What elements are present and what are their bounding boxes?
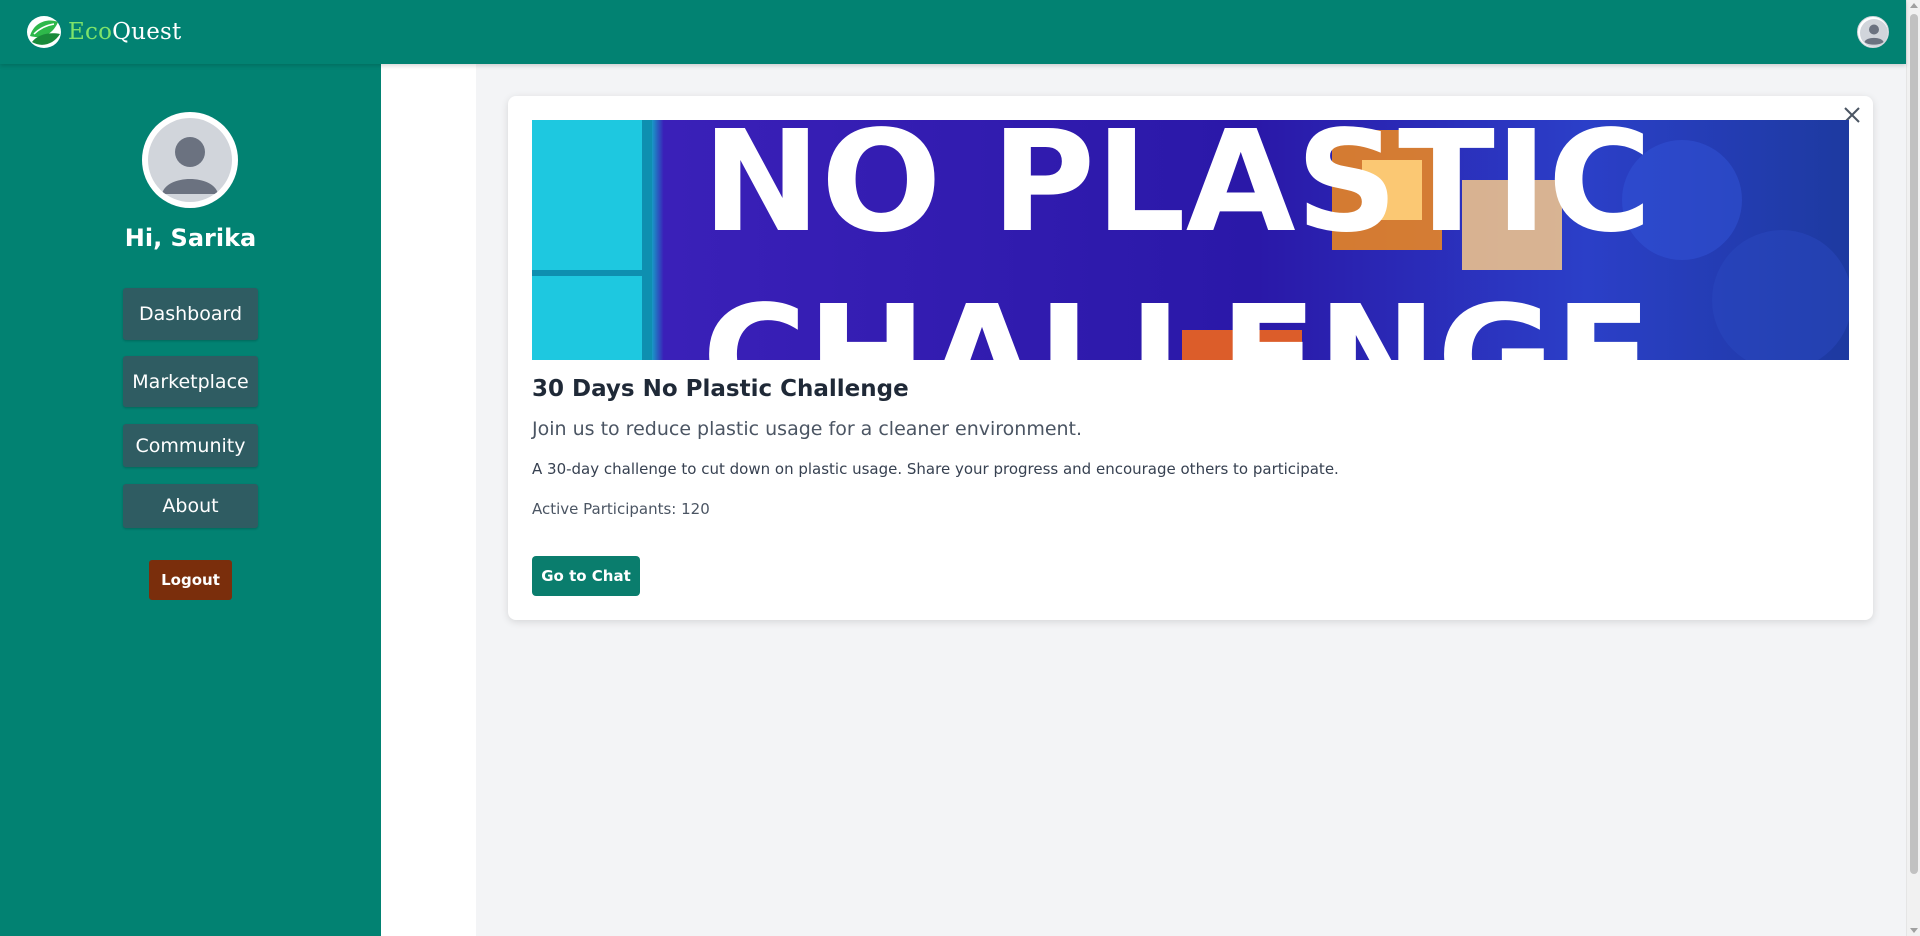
- user-silhouette-icon: [1860, 19, 1888, 47]
- challenge-banner-image: NO PLASTIC CHALLENGE: [532, 120, 1849, 360]
- app-logo[interactable]: EcoQuest: [24, 14, 181, 50]
- profile-avatar: [142, 112, 238, 208]
- logo-text-quest: Quest: [112, 19, 182, 45]
- user-greeting: Hi, Sarika: [124, 224, 257, 252]
- nav-about-button[interactable]: About: [123, 484, 258, 528]
- nav-community-button[interactable]: Community: [123, 424, 258, 467]
- page-scrollbar[interactable]: [1906, 0, 1920, 936]
- content-gutter: [381, 64, 476, 936]
- nav-marketplace-button[interactable]: Marketplace: [123, 356, 258, 407]
- challenge-title: 30 Days No Plastic Challenge: [532, 376, 909, 402]
- scroll-down-arrow-icon[interactable]: [1910, 928, 1918, 933]
- participants-count: 120: [681, 500, 710, 518]
- scroll-up-arrow-icon[interactable]: [1910, 3, 1918, 8]
- top-header: EcoQuest: [0, 0, 1906, 64]
- user-silhouette-icon: [162, 137, 218, 194]
- logout-button[interactable]: Logout: [149, 560, 232, 600]
- challenge-subtitle: Join us to reduce plastic usage for a cl…: [532, 418, 1083, 440]
- user-avatar-icon[interactable]: [1857, 16, 1889, 48]
- active-participants: Active Participants: 120: [532, 500, 710, 518]
- participants-label: Active Participants:: [532, 500, 677, 518]
- nav-dashboard-button[interactable]: Dashboard: [123, 288, 258, 340]
- logo-text: EcoQuest: [68, 19, 181, 45]
- logo-text-eco: Eco: [68, 19, 113, 45]
- banner-text-line1: NO PLASTIC: [702, 120, 1652, 264]
- challenge-card: NO PLASTIC CHALLENGE 30 Days No Plastic …: [508, 96, 1873, 620]
- go-to-chat-button[interactable]: Go to Chat: [532, 556, 640, 596]
- sidebar: Hi, Sarika Dashboard Marketplace Communi…: [0, 64, 381, 936]
- challenge-description: A 30-day challenge to cut down on plasti…: [532, 460, 1339, 478]
- scrollbar-thumb[interactable]: [1910, 14, 1918, 874]
- banner-text-line2: CHALLENGE: [702, 276, 1652, 360]
- leaf-globe-icon: [27, 16, 61, 48]
